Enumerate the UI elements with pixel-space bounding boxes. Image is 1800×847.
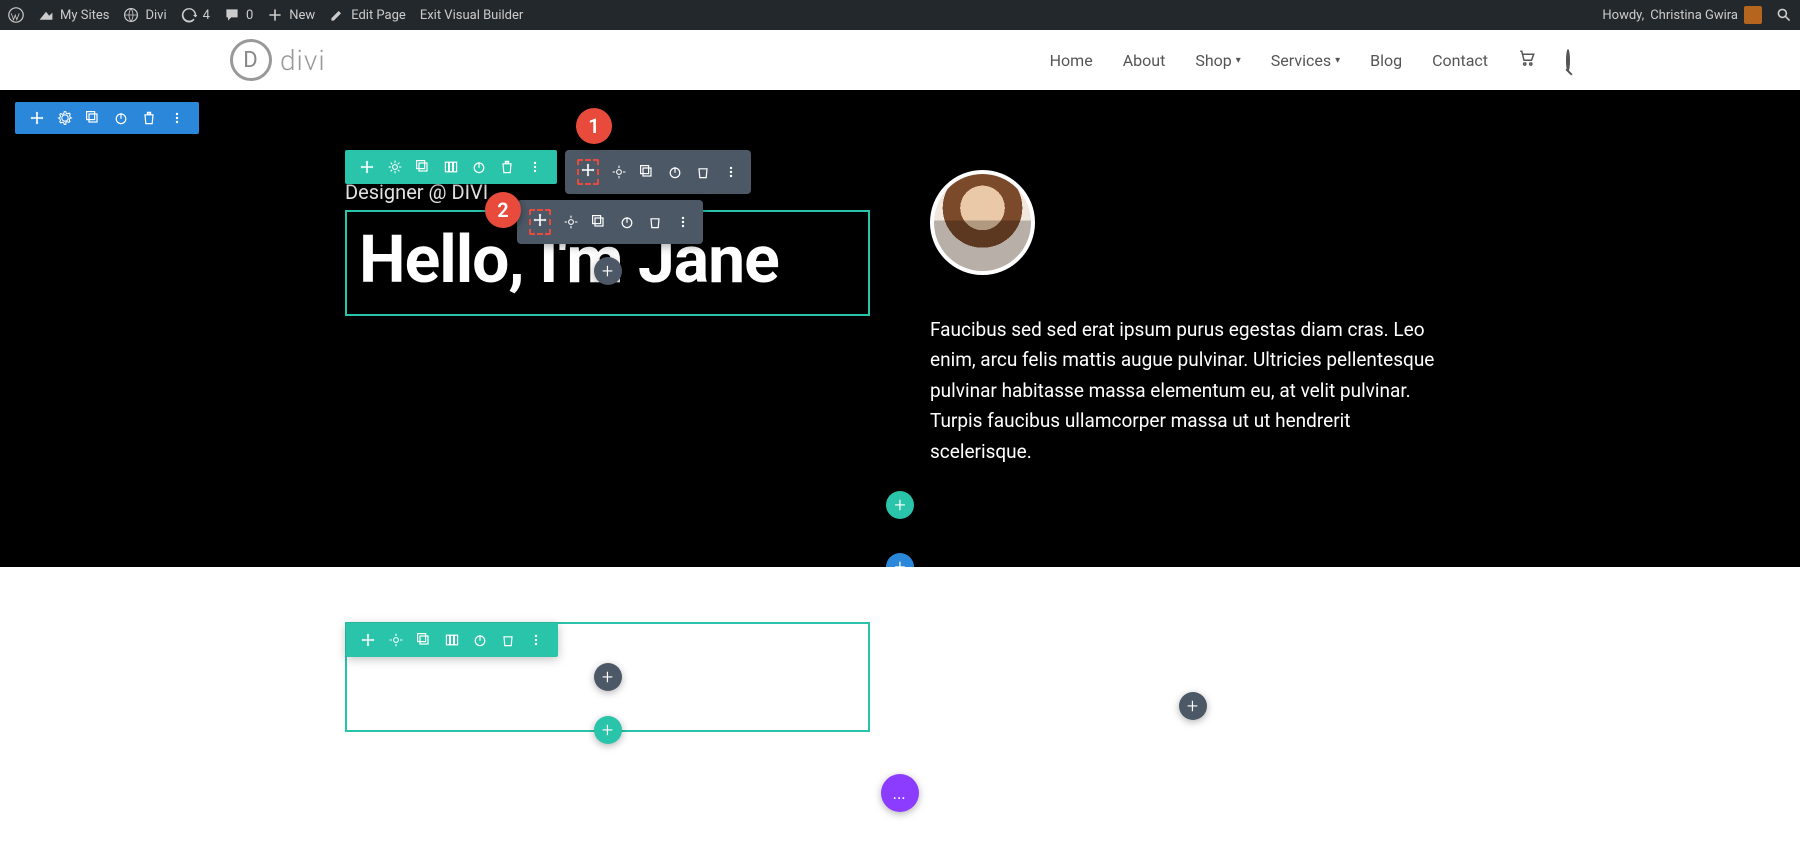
power-icon[interactable] xyxy=(619,214,635,230)
trash-icon[interactable] xyxy=(141,110,157,126)
columns-icon[interactable] xyxy=(444,632,460,648)
builder-menu-button[interactable]: … xyxy=(881,774,919,812)
power-icon[interactable] xyxy=(472,632,488,648)
duplicate-icon[interactable] xyxy=(415,159,431,175)
gear-icon[interactable] xyxy=(57,110,73,126)
updates-link[interactable]: 4 xyxy=(181,7,210,23)
chevron-down-icon: ▾ xyxy=(1335,55,1340,66)
edit-page-link[interactable]: Edit Page xyxy=(329,7,406,23)
user-avatar-icon xyxy=(1744,6,1762,24)
empty-row[interactable]: + + xyxy=(345,622,870,732)
author-avatar xyxy=(930,170,1035,275)
trash-icon[interactable] xyxy=(695,164,711,180)
trash-icon[interactable] xyxy=(500,632,516,648)
gear-icon[interactable] xyxy=(611,164,627,180)
add-module-button[interactable]: + xyxy=(594,663,622,691)
more-icon[interactable] xyxy=(723,164,739,180)
cart-icon[interactable] xyxy=(1518,49,1536,71)
gear-icon[interactable] xyxy=(387,159,403,175)
hero-section: 1 Designer @ DIVI 2 Hello, I'm Jane + xyxy=(0,90,1800,567)
module-toolbar-1[interactable] xyxy=(565,150,751,194)
duplicate-icon[interactable] xyxy=(85,110,101,126)
search-icon[interactable] xyxy=(1566,51,1570,70)
add-row-button[interactable]: + xyxy=(594,716,622,744)
trash-icon[interactable] xyxy=(647,214,663,230)
gear-icon[interactable] xyxy=(563,214,579,230)
module-toolbar-2[interactable] xyxy=(517,200,703,244)
wp-logo[interactable] xyxy=(8,7,24,23)
duplicate-icon[interactable] xyxy=(639,164,655,180)
my-sites-link[interactable]: My Sites xyxy=(38,7,109,23)
second-section: + + + … xyxy=(0,567,1800,822)
section-toolbar[interactable] xyxy=(15,102,199,134)
power-icon[interactable] xyxy=(113,110,129,126)
search-icon[interactable] xyxy=(1776,7,1792,23)
move-handle-highlighted[interactable] xyxy=(529,209,551,235)
comments-link[interactable]: 0 xyxy=(224,7,253,23)
more-icon[interactable] xyxy=(527,159,543,175)
nav-shop[interactable]: Shop▾ xyxy=(1195,51,1240,70)
site-header: D divi Home About Shop▾ Services▾ Blog C… xyxy=(0,30,1800,90)
move-icon[interactable] xyxy=(359,159,375,175)
exit-visual-builder-link[interactable]: Exit Visual Builder xyxy=(420,8,523,23)
row-toolbar-1[interactable] xyxy=(345,150,557,184)
hero-right-column: Faucibus sed sed erat ipsum purus egesta… xyxy=(930,170,1455,467)
columns-icon[interactable] xyxy=(443,159,459,175)
add-module-button[interactable]: + xyxy=(594,257,622,285)
empty-column-right: + xyxy=(930,622,1455,732)
move-icon[interactable] xyxy=(532,212,548,228)
more-icon[interactable] xyxy=(169,110,185,126)
logo-text: divi xyxy=(280,44,326,77)
add-row-button[interactable]: + xyxy=(886,491,914,519)
trash-icon[interactable] xyxy=(499,159,515,175)
nav-services[interactable]: Services▾ xyxy=(1271,51,1340,70)
gear-icon[interactable] xyxy=(388,632,404,648)
main-nav: Home About Shop▾ Services▾ Blog Contact xyxy=(1050,49,1570,71)
add-module-button[interactable]: + xyxy=(1179,692,1207,720)
move-icon[interactable] xyxy=(580,162,596,178)
logo-mark-icon: D xyxy=(230,39,272,81)
move-icon[interactable] xyxy=(29,110,45,126)
nav-contact[interactable]: Contact xyxy=(1432,51,1488,70)
duplicate-icon[interactable] xyxy=(416,632,432,648)
site-name-link[interactable]: Divi xyxy=(123,7,166,23)
power-icon[interactable] xyxy=(667,164,683,180)
howdy-user[interactable]: Howdy, Christina Gwira xyxy=(1602,6,1762,24)
nav-home[interactable]: Home xyxy=(1050,51,1093,70)
annotation-badge-2: 2 xyxy=(485,192,521,228)
hero-paragraph: Faucibus sed sed erat ipsum purus egesta… xyxy=(930,315,1455,467)
annotation-badge-1: 1 xyxy=(576,108,612,144)
new-link[interactable]: New xyxy=(267,7,315,23)
nav-about[interactable]: About xyxy=(1123,51,1166,70)
site-logo[interactable]: D divi xyxy=(230,39,326,81)
move-handle-highlighted[interactable] xyxy=(577,159,599,185)
power-icon[interactable] xyxy=(471,159,487,175)
wp-admin-bar: My Sites Divi 4 0 New Edit Page Exit Vis… xyxy=(0,0,1800,30)
hero-left-column: 1 Designer @ DIVI 2 Hello, I'm Jane + xyxy=(345,170,870,467)
duplicate-icon[interactable] xyxy=(591,214,607,230)
row-toolbar-2[interactable] xyxy=(346,623,558,657)
more-icon[interactable] xyxy=(675,214,691,230)
nav-blog[interactable]: Blog xyxy=(1370,51,1402,70)
chevron-down-icon: ▾ xyxy=(1236,55,1241,66)
more-icon[interactable] xyxy=(528,632,544,648)
move-icon[interactable] xyxy=(360,632,376,648)
